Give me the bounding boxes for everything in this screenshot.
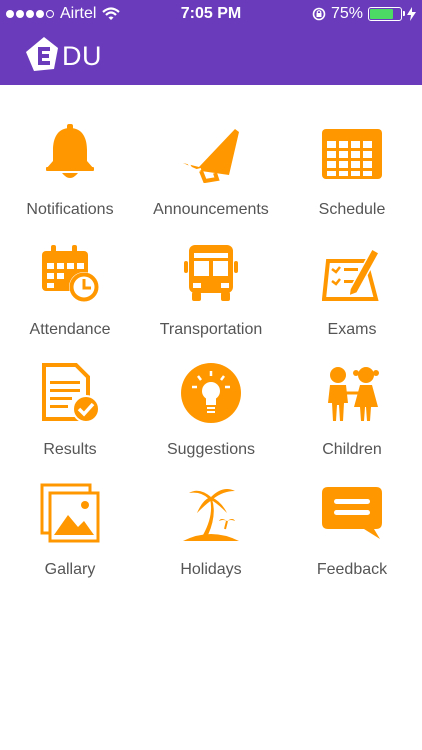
- menu-item-suggestions[interactable]: Suggestions: [141, 325, 281, 458]
- palm-tree-icon: [183, 489, 239, 541]
- bus-icon: [184, 245, 238, 301]
- menu-item-label: Gallary: [44, 561, 96, 578]
- calendar-clock-icon: [42, 245, 99, 302]
- menu-item-transportation[interactable]: Transportation: [141, 205, 281, 338]
- edu-logo-icon: [26, 37, 58, 71]
- menu-item-notifications[interactable]: Notifications: [0, 85, 140, 218]
- menu-item-attendance[interactable]: Attendance: [0, 205, 140, 338]
- children-icon: [328, 367, 379, 421]
- charging-bolt-icon: [407, 7, 416, 21]
- menu-item-gallary[interactable]: Gallary: [0, 445, 140, 578]
- status-bar: Airtel 7:05 PM 75%: [0, 0, 422, 28]
- menu-item-feedback[interactable]: Feedback: [282, 445, 422, 578]
- menu-item-children[interactable]: Children: [282, 325, 422, 458]
- menu-item-label: Holidays: [180, 561, 242, 578]
- logo-text: DU: [62, 40, 102, 71]
- megaphone-icon: [183, 129, 239, 183]
- feedback-icon: [322, 487, 382, 539]
- rotation-lock-icon: [312, 7, 326, 21]
- app-logo[interactable]: DU: [24, 36, 102, 76]
- menu-item-exams[interactable]: Exams: [282, 205, 422, 338]
- battery-icon: [368, 7, 405, 21]
- menu-item-holidays[interactable]: Holidays: [141, 445, 281, 578]
- calendar-grid-icon: [322, 129, 382, 179]
- menu-item-results[interactable]: Results: [0, 325, 140, 458]
- bell-icon: [46, 124, 94, 178]
- battery-percent: 75%: [330, 5, 363, 22]
- menu-item-announcements[interactable]: Announcements: [141, 85, 281, 218]
- gallery-icon: [40, 483, 100, 543]
- app-header: DU: [0, 28, 422, 85]
- menu-item-schedule[interactable]: Schedule: [282, 85, 422, 218]
- menu-item-label: Feedback: [316, 561, 388, 578]
- lightbulb-icon: [181, 363, 241, 423]
- document-check-icon: [42, 363, 100, 423]
- exam-checklist-icon: [322, 247, 381, 301]
